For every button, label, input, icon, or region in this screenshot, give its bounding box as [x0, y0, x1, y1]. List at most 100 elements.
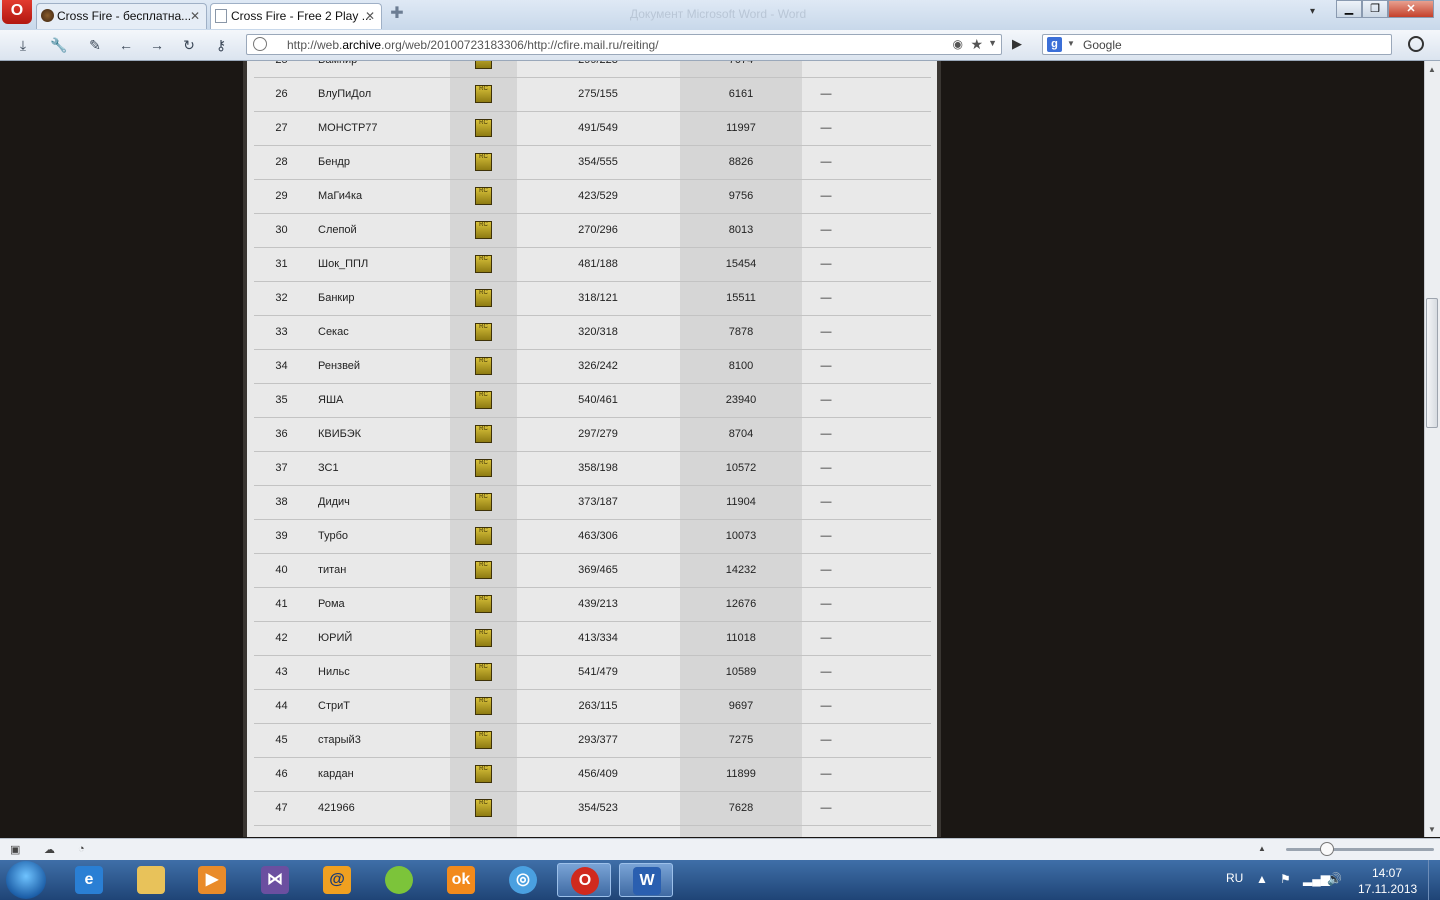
- close-tab-icon[interactable]: ✕: [190, 4, 200, 28]
- taskbar-media-player[interactable]: ▶: [185, 863, 239, 897]
- extra-value: —: [820, 496, 832, 508]
- kills-deaths: 369/465: [578, 564, 618, 576]
- player-points: 10589: [725, 666, 757, 678]
- flag-icon[interactable]: ⚑: [1280, 872, 1291, 886]
- new-tab-icon[interactable]: ✚: [388, 5, 406, 23]
- icq-icon: [385, 866, 413, 894]
- kills-deaths: 491/549: [578, 122, 618, 134]
- rank-insignia-icon: RC: [475, 629, 492, 647]
- url-text[interactable]: http://web.archive.org/web/2010072318330…: [287, 38, 659, 52]
- go-arrow-icon[interactable]: ▶: [1012, 36, 1022, 52]
- table-row: 26 ВлуПиДол 275/155 6161 — RC: [254, 78, 931, 112]
- forward-arrow-icon[interactable]: →: [148, 36, 166, 54]
- kills-deaths: 354/555: [578, 156, 618, 168]
- window-menu-icon[interactable]: ▾: [1310, 6, 1315, 17]
- extra-value: —: [820, 768, 832, 780]
- downloads-icon[interactable]: ⤓: [14, 36, 32, 54]
- taskbar-network-app[interactable]: ◎: [496, 863, 550, 897]
- taskbar-odnoklassniki[interactable]: ok: [434, 863, 488, 897]
- rank-insignia-icon: RC: [475, 425, 492, 443]
- clock-date[interactable]: 17.11.2013: [1358, 882, 1417, 896]
- tab-label: Cross Fire - бесплатна...: [57, 9, 192, 23]
- close-tab-icon[interactable]: ✕: [365, 4, 375, 28]
- table-row: 34 Рензвей 326/242 8100 — RC: [254, 350, 931, 384]
- tray-expand-icon[interactable]: ▲: [1256, 872, 1268, 886]
- panel-toggle-icon[interactable]: ▣: [10, 843, 24, 856]
- search-placeholder: Google: [1083, 38, 1122, 52]
- language-indicator[interactable]: RU: [1226, 871, 1243, 885]
- volume-icon[interactable]: 🔊: [1327, 872, 1342, 886]
- taskbar-internet-explorer[interactable]: e: [62, 863, 116, 897]
- rank-insignia-icon: RC: [475, 731, 492, 749]
- scrollbar-thumb[interactable]: [1426, 298, 1438, 428]
- taskbar-icq[interactable]: [372, 863, 426, 897]
- extra-value: —: [820, 734, 832, 746]
- bookmark-star-icon[interactable]: ★: [970, 36, 983, 53]
- table-row: 25 Вампир 299/223 7074 — RC: [254, 61, 931, 78]
- zoom-up-icon[interactable]: ▲: [1258, 844, 1266, 853]
- speed-dial-icon[interactable]: ◔: [78, 843, 92, 855]
- kills-deaths: 413/334: [578, 632, 618, 644]
- kills-deaths: 423/529: [578, 190, 618, 202]
- back-arrow-icon[interactable]: ←: [117, 36, 135, 54]
- taskbar-word[interactable]: W: [619, 863, 673, 897]
- rank-insignia-icon: RC: [475, 459, 492, 477]
- player-name: Турбо: [318, 530, 349, 542]
- chevron-down-icon[interactable]: ▼: [988, 38, 997, 48]
- history-clock-icon[interactable]: [1408, 36, 1424, 52]
- player-points: 15454: [725, 258, 757, 270]
- rank-insignia-icon: RC: [475, 595, 492, 613]
- zoom-slider-knob[interactable]: [1320, 842, 1334, 856]
- player-name: ЯША: [318, 394, 344, 406]
- rank-number: 33: [275, 326, 288, 338]
- extra-value: —: [820, 428, 832, 440]
- rank-insignia-icon: RC: [475, 391, 492, 409]
- search-input[interactable]: g ▼ Google: [1042, 34, 1392, 55]
- scroll-down-icon[interactable]: ▼: [1428, 825, 1436, 834]
- tab-cross-fire-2[interactable]: Cross Fire - Free 2 Play ... ✕: [210, 3, 382, 29]
- rss-icon[interactable]: ◉: [953, 37, 963, 51]
- zoom-slider[interactable]: [1286, 848, 1434, 851]
- network-signal-icon[interactable]: ▂▄▆: [1303, 872, 1330, 886]
- taskbar-file-explorer[interactable]: [124, 863, 178, 897]
- settings-wrench-icon[interactable]: 🔧: [50, 36, 68, 54]
- player-points: 11997: [726, 122, 756, 134]
- player-points: 11899: [726, 768, 756, 780]
- start-button[interactable]: [6, 861, 46, 899]
- taskbar-visual-studio[interactable]: ⋈: [248, 863, 302, 897]
- tab-cross-fire-1[interactable]: Cross Fire - бесплатна... ✕: [36, 3, 207, 29]
- edit-pen-icon[interactable]: ✎: [86, 36, 104, 54]
- show-desktop-button[interactable]: [1428, 860, 1440, 900]
- rank-number: 46: [275, 768, 288, 780]
- player-name: Вампир: [318, 61, 357, 77]
- mail-agent-icon: @: [323, 866, 351, 894]
- player-name: Бендр: [318, 156, 350, 168]
- rank-insignia-icon: RC: [475, 357, 492, 375]
- player-name: Шок_ППЛ: [318, 258, 369, 270]
- table-row: 44 СтриТ 263/115 9697 — RC: [254, 690, 931, 724]
- extra-value: —: [820, 88, 832, 100]
- scroll-up-icon[interactable]: ▲: [1428, 65, 1436, 74]
- extra-value: —: [820, 530, 832, 542]
- close-window-button[interactable]: ✕: [1388, 0, 1434, 18]
- taskbar-opera[interactable]: O: [557, 863, 611, 897]
- minimize-button[interactable]: ▁: [1336, 0, 1362, 18]
- search-engine-dropdown-icon[interactable]: ▼: [1067, 39, 1075, 48]
- taskbar-mail-agent[interactable]: @: [310, 863, 364, 897]
- address-bar[interactable]: http://web.archive.org/web/2010072318330…: [246, 34, 1002, 55]
- rank-insignia-icon: RC: [475, 289, 492, 307]
- cloud-icon[interactable]: ☁: [44, 843, 58, 856]
- rank-insignia-icon: RC: [475, 663, 492, 681]
- extra-value: —: [820, 190, 832, 202]
- clock-time[interactable]: 14:07: [1372, 866, 1402, 880]
- vertical-scrollbar[interactable]: ▲ ▼: [1424, 61, 1440, 837]
- rank-number: 42: [275, 632, 288, 644]
- web-page: 25 Вампир 299/223 7074 — RC 26 ВлуПиДол 275/155 6…: [0, 61, 1424, 837]
- table-row: 43 Нильс 541/479 10589 — RC: [254, 656, 931, 690]
- rank-number: 31: [275, 258, 288, 270]
- maximize-button[interactable]: ❐: [1362, 0, 1388, 18]
- key-icon[interactable]: ⚷: [212, 36, 230, 54]
- rank-number: 32: [275, 292, 288, 304]
- opera-menu-button[interactable]: O: [2, 0, 32, 24]
- reload-icon[interactable]: ↻: [180, 36, 198, 54]
